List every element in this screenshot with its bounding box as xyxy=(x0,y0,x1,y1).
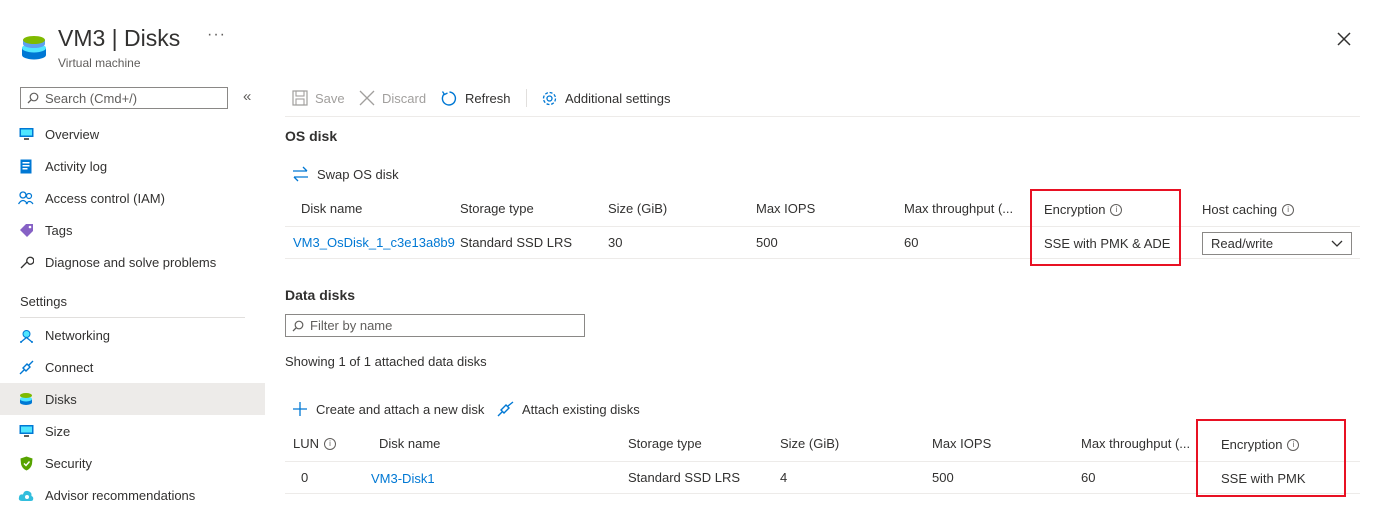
os-row-divider xyxy=(285,258,1360,259)
sidebar-item-disks[interactable]: Disks xyxy=(0,383,265,415)
os-disk-throughput: 60 xyxy=(904,235,919,250)
data-col-storage-type: Storage type xyxy=(628,436,702,451)
plus-icon xyxy=(293,402,307,416)
log-icon xyxy=(18,158,34,174)
attach-existing-disks-button[interactable]: Attach existing disks xyxy=(497,401,640,417)
cloud-advisor-icon xyxy=(18,487,34,503)
data-disk-size: 4 xyxy=(780,470,788,485)
data-col-max-throughput: Max throughput (... xyxy=(1081,436,1191,451)
data-disk-throughput: 60 xyxy=(1081,470,1096,485)
data-col-max-iops: Max IOPS xyxy=(932,436,992,451)
os-header-divider xyxy=(285,226,1360,227)
search-icon xyxy=(27,92,39,104)
sidebar-item-label: Overview xyxy=(45,126,100,142)
sidebar-item-overview[interactable]: Overview xyxy=(0,118,265,150)
encryption-highlight-box xyxy=(1030,189,1181,266)
data-disk-storage: Standard SSD LRS xyxy=(628,470,741,485)
os-disk-size: 30 xyxy=(608,235,623,250)
discard-button[interactable]: Discard xyxy=(359,88,426,108)
data-col-size: Size (GiB) xyxy=(780,436,840,451)
save-button[interactable]: Save xyxy=(292,88,345,108)
sidebar-item-label: Disks xyxy=(45,391,77,407)
create-attach-disk-button[interactable]: Create and attach a new disk xyxy=(292,401,484,417)
data-col-disk-name: Disk name xyxy=(379,436,441,451)
sidebar-item-label: Activity log xyxy=(45,158,108,174)
sidebar-item-activity-log[interactable]: Activity log xyxy=(0,150,265,182)
save-icon xyxy=(292,90,308,106)
vm-disks-icon xyxy=(22,36,46,60)
sidebar-item-size[interactable]: Size xyxy=(0,415,265,447)
sidebar-item-label: Networking xyxy=(45,327,111,343)
wrench-icon xyxy=(18,254,34,270)
refresh-icon xyxy=(441,90,457,106)
people-icon xyxy=(18,190,34,206)
showing-count-text: Showing 1 of 1 attached data disks xyxy=(285,354,487,369)
settings-section-label: Settings xyxy=(20,294,67,309)
toolbar-divider xyxy=(526,89,527,107)
data-disk-iops: 500 xyxy=(932,470,954,485)
os-col-max-iops: Max IOPS xyxy=(756,201,816,216)
os-col-storage-type: Storage type xyxy=(460,201,534,216)
collapse-sidebar-icon[interactable]: « xyxy=(243,88,251,105)
os-disk-iops: 500 xyxy=(756,235,778,250)
size-monitor-icon xyxy=(18,423,34,439)
sidebar-item-advisor[interactable]: Advisor recommendations xyxy=(0,479,265,511)
data-col-lun: LUN i xyxy=(293,436,337,451)
additional-settings-button[interactable]: Additional settings xyxy=(541,88,671,108)
sidebar-item-label: Connect xyxy=(45,359,94,375)
page-title: VM3 | Disks xyxy=(58,25,181,51)
sidebar-item-label: Security xyxy=(45,455,92,471)
sidebar-item-label: Diagnose and solve problems xyxy=(45,254,217,270)
data-disks-heading: Data disks xyxy=(285,287,356,303)
sidebar-item-networking[interactable]: Networking xyxy=(0,319,265,351)
tag-icon xyxy=(18,222,34,238)
network-icon xyxy=(18,327,34,343)
swap-os-disk-button[interactable]: Swap OS disk xyxy=(292,166,399,182)
sidebar-divider xyxy=(20,317,245,318)
gear-icon xyxy=(542,91,557,105)
os-col-host-caching: Host caching i xyxy=(1202,202,1295,217)
search-placeholder: Search (Cmd+/) xyxy=(45,90,138,106)
close-icon[interactable] xyxy=(1335,30,1353,48)
encryption-highlight-box xyxy=(1196,419,1346,497)
attach-plug-icon xyxy=(497,401,514,417)
os-disk-storage: Standard SSD LRS xyxy=(460,235,573,250)
shield-icon xyxy=(18,455,34,471)
search-icon xyxy=(292,320,304,331)
os-disk-heading: OS disk xyxy=(285,128,338,144)
info-icon[interactable]: i xyxy=(1282,203,1295,216)
os-col-disk-name: Disk name xyxy=(301,201,363,216)
sidebar-item-label: Access control (IAM) xyxy=(45,190,165,206)
sidebar-item-label: Tags xyxy=(45,222,73,238)
os-col-size: Size (GiB) xyxy=(608,201,668,216)
info-icon[interactable]: i xyxy=(324,437,337,450)
sidebar-item-connect[interactable]: Connect xyxy=(0,351,265,383)
sidebar-item-security[interactable]: Security xyxy=(0,447,265,479)
discard-x-icon xyxy=(359,90,375,106)
toolbar-underline xyxy=(285,116,1360,117)
sidebar-item-tags[interactable]: Tags xyxy=(0,214,265,246)
sidebar-search-input[interactable]: Search (Cmd+/) xyxy=(20,87,228,109)
sidebar-item-label: Advisor recommendations xyxy=(45,487,196,503)
sidebar-item-diagnose[interactable]: Diagnose and solve problems xyxy=(0,246,265,278)
os-disk-name-link[interactable]: VM3_OsDisk_1_c3e13a8b9 xyxy=(293,235,455,250)
filter-by-name-input[interactable]: Filter by name xyxy=(285,314,585,337)
disks-icon xyxy=(18,391,34,407)
monitor-icon xyxy=(18,126,34,142)
os-col-max-throughput: Max throughput (... xyxy=(904,201,1014,216)
plug-icon xyxy=(18,359,34,375)
sidebar-item-access-control[interactable]: Access control (IAM) xyxy=(0,182,265,214)
more-options-icon[interactable]: ··· xyxy=(207,26,226,44)
sidebar-item-label: Size xyxy=(45,423,71,439)
swap-icon xyxy=(293,166,308,182)
data-disk-name-link[interactable]: VM3-Disk1 xyxy=(371,471,435,486)
data-disk-lun: 0 xyxy=(301,470,309,485)
page-subtitle: Virtual machine xyxy=(58,56,141,70)
refresh-button[interactable]: Refresh xyxy=(441,88,511,108)
host-caching-select[interactable]: Read/write xyxy=(1202,232,1352,255)
chevron-down-icon xyxy=(1331,240,1343,247)
